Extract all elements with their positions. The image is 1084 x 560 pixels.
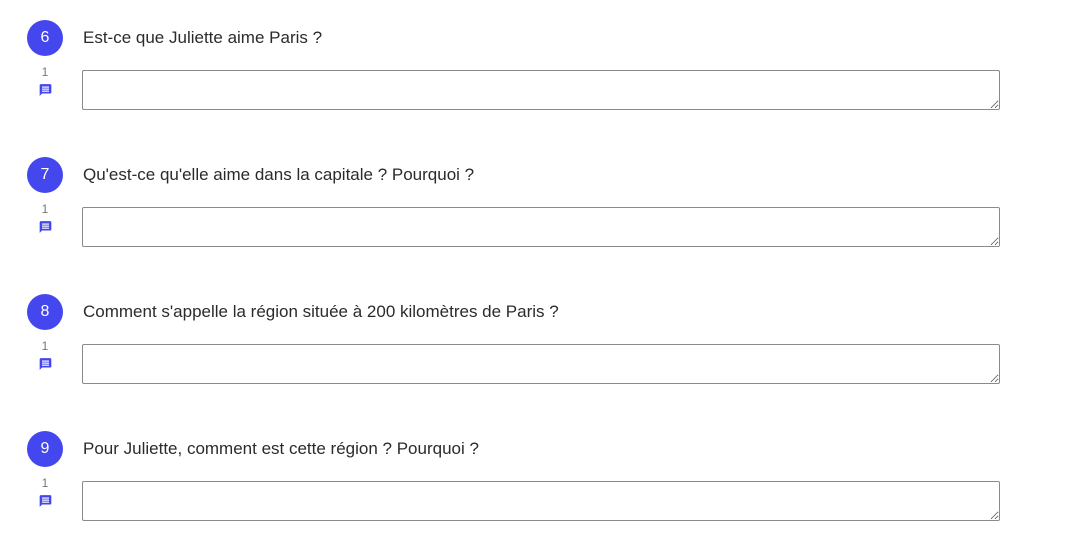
points-count: 1 <box>41 476 49 490</box>
points-count: 1 <box>41 339 49 353</box>
answer-textarea[interactable] <box>82 70 1000 110</box>
comment-icon[interactable] <box>38 494 53 508</box>
question-text: Pour Juliette, comment est cette région … <box>83 439 479 458</box>
question-number-badge: 7 <box>27 157 63 193</box>
question-text: Comment s'appelle la région située à 200… <box>83 302 559 321</box>
question-number-badge: 6 <box>27 20 63 56</box>
answer-textarea[interactable] <box>82 207 1000 247</box>
question-number-badge: 8 <box>27 294 63 330</box>
question-9: 9 Pour Juliette, comment est cette régio… <box>0 411 1084 548</box>
comment-icon[interactable] <box>38 357 53 371</box>
question-text: Qu'est-ce qu'elle aime dans la capitale … <box>83 165 475 184</box>
question-text: Est-ce que Juliette aime Paris ? <box>83 28 323 47</box>
question-8: 8 Comment s'appelle la région située à 2… <box>0 274 1084 411</box>
points-count: 1 <box>41 65 49 79</box>
question-number-badge: 9 <box>27 431 63 467</box>
question-7: 7 Qu'est-ce qu'elle aime dans la capital… <box>0 137 1084 274</box>
comment-icon[interactable] <box>38 83 53 97</box>
answer-textarea[interactable] <box>82 344 1000 384</box>
answer-textarea[interactable] <box>82 481 1000 521</box>
points-count: 1 <box>41 202 49 216</box>
question-6: 6 Est-ce que Juliette aime Paris ? 1 <box>0 0 1084 137</box>
comment-icon[interactable] <box>38 220 53 234</box>
